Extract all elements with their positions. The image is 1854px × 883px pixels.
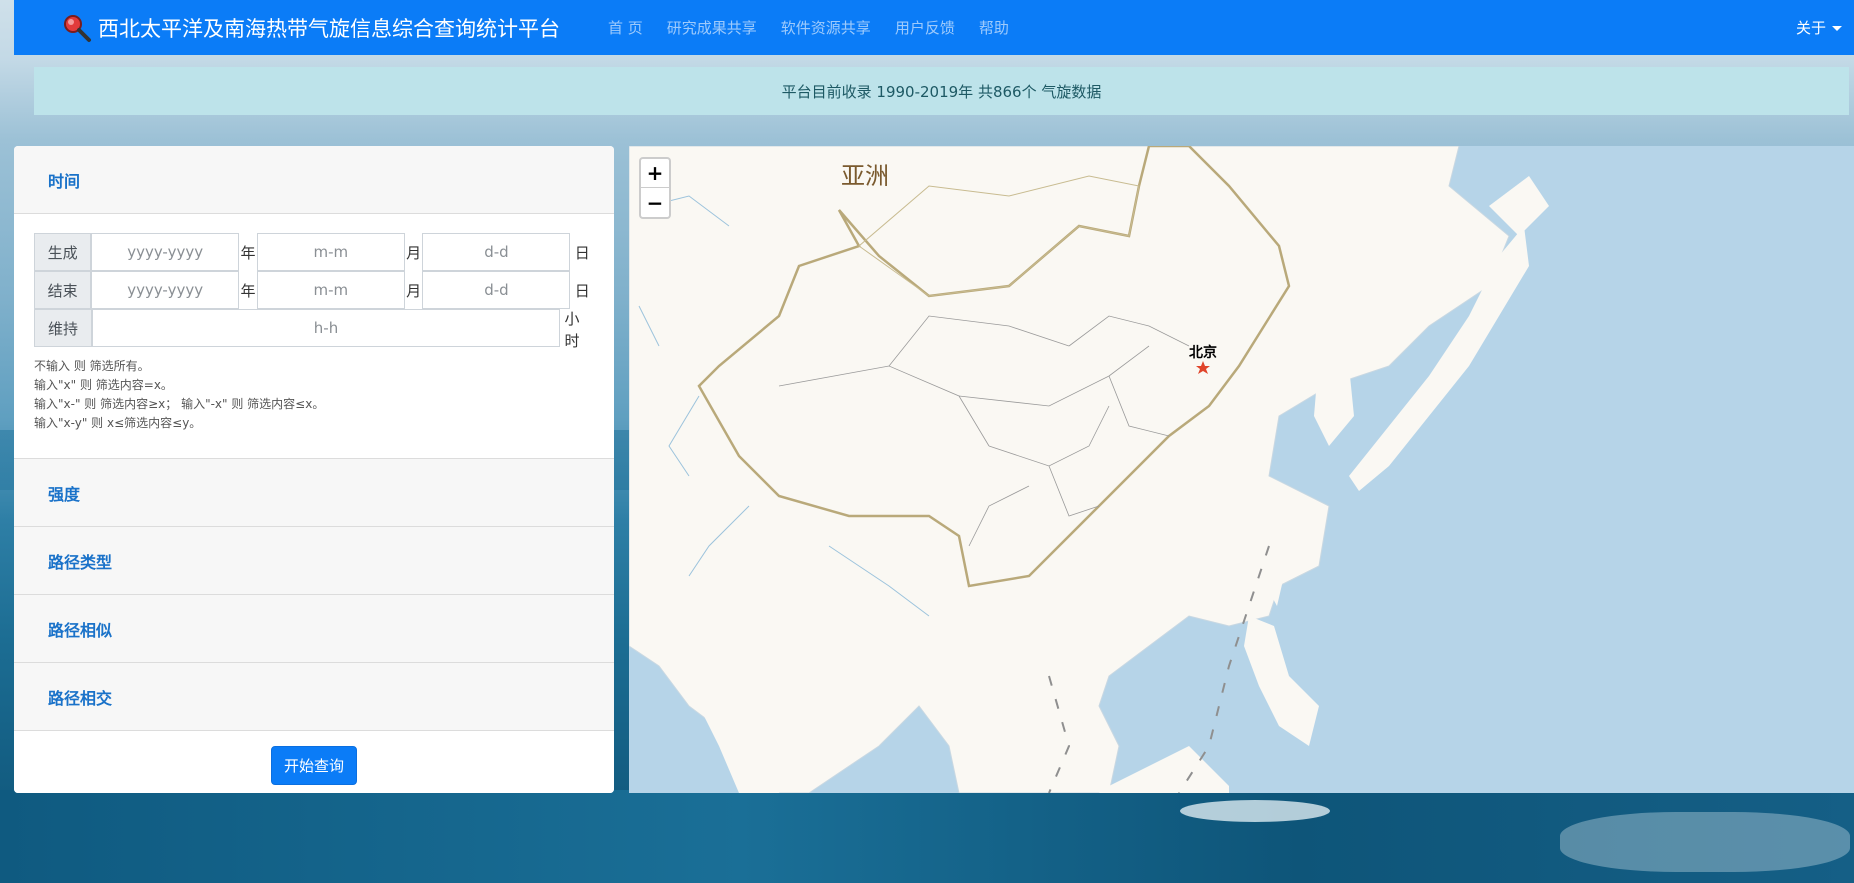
section-header-track-type[interactable]: 路径类型 — [14, 527, 614, 595]
duration-row: 维持 h-h 小 时 — [34, 309, 594, 350]
magnifier-logo-icon — [64, 14, 91, 42]
unit-hour-2: 时 — [564, 332, 580, 350]
background-wave-foam — [1180, 800, 1330, 822]
start-month-input[interactable]: m-m — [256, 233, 405, 271]
filter-panel: 时间 生成 yyyy-yyyy 年 m-m 月 d-d 日 结束 yyyy-yy… — [14, 146, 614, 793]
start-row: 生成 yyyy-yyyy 年 m-m 月 d-d 日 — [34, 233, 594, 271]
map-view[interactable]: 亚洲 北京 + − — [629, 146, 1854, 793]
zoom-out-button[interactable]: − — [641, 188, 669, 217]
end-label: 结束 — [34, 271, 92, 309]
end-day-input[interactable]: d-d — [422, 271, 571, 309]
zoom-control: + − — [639, 157, 671, 219]
time-section-body: 生成 yyyy-yyyy 年 m-m 月 d-d 日 结束 yyyy-yyyy … — [14, 214, 614, 459]
land-borneo — [1099, 746, 1229, 793]
section-header-time[interactable]: 时间 — [14, 146, 614, 214]
section-header-track-similar[interactable]: 路径相似 — [14, 595, 614, 663]
start-query-button[interactable]: 开始查询 — [270, 745, 357, 785]
unit-hour-1: 小 — [564, 310, 580, 328]
top-navbar: 西北太平洋及南海热带气旋信息综合查询统计平台 首 页 研究成果共享 软件资源共享… — [14, 0, 1854, 55]
unit-day: 日 — [574, 243, 590, 262]
hint-line: 输入"x-" 则 筛选内容≥x； 输入"-x" 则 筛选内容≤x。 — [34, 397, 325, 411]
basemap — [629, 146, 1549, 793]
unit-year: 年 — [240, 281, 256, 300]
nav-feedback[interactable]: 用户反馈 — [895, 17, 955, 38]
filter-hints: 不输入 则 筛选所有。 输入"x" 则 筛选内容=x。 输入"x-" 则 筛选内… — [34, 357, 594, 433]
start-year-input[interactable]: yyyy-yyyy — [91, 233, 240, 271]
site-title: 西北太平洋及南海热带气旋信息综合查询统计平台 — [98, 16, 560, 41]
nav-home[interactable]: 首 页 — [608, 17, 643, 38]
end-row: 结束 yyyy-yyyy 年 m-m 月 d-d 日 — [34, 271, 594, 309]
duration-label: 维持 — [34, 309, 92, 347]
land-korea — [1314, 356, 1354, 446]
unit-month: 月 — [406, 243, 422, 262]
unit-year: 年 — [240, 243, 256, 262]
banner-text: 平台目前收录 1990-2019年 共866个 气旋数据 — [781, 82, 1102, 101]
caret-down-icon — [1832, 26, 1842, 31]
duration-input[interactable]: h-h — [92, 309, 560, 347]
end-year-input[interactable]: yyyy-yyyy — [91, 271, 240, 309]
info-banner: 平台目前收录 1990-2019年 共866个 气旋数据 — [34, 67, 1849, 115]
start-label: 生成 — [34, 233, 92, 271]
background-wave-foam — [1560, 812, 1850, 872]
land-philippines — [1244, 616, 1319, 746]
start-day-input[interactable]: d-d — [422, 233, 571, 271]
end-month-input[interactable]: m-m — [256, 271, 405, 309]
land-hainan — [1059, 631, 1081, 649]
unit-day: 日 — [574, 281, 590, 300]
section-header-intensity[interactable]: 强度 — [14, 459, 614, 527]
unit-month: 月 — [406, 281, 422, 300]
submit-area: 开始查询 — [14, 731, 614, 793]
nav-links: 首 页 研究成果共享 软件资源共享 用户反馈 帮助 — [608, 17, 1033, 38]
hint-line: 输入"x" 则 筛选内容=x。 — [34, 378, 173, 392]
map-label-beijing: 北京 — [1189, 345, 1217, 361]
about-label: 关于 — [1795, 19, 1826, 37]
nav-research[interactable]: 研究成果共享 — [667, 17, 757, 38]
nav-software[interactable]: 软件资源共享 — [781, 17, 871, 38]
map-label-asia: 亚洲 — [841, 162, 889, 190]
hint-line: 输入"x-y" 则 x≤筛选内容≤y。 — [34, 416, 202, 430]
about-dropdown[interactable]: 关于 — [1796, 17, 1842, 38]
zoom-in-button[interactable]: + — [641, 159, 669, 188]
section-header-track-intersect[interactable]: 路径相交 — [14, 663, 614, 731]
unit-hour: 小 时 — [560, 304, 584, 352]
nav-help[interactable]: 帮助 — [979, 17, 1009, 38]
hint-line: 不输入 则 筛选所有。 — [34, 359, 150, 373]
brand[interactable]: 西北太平洋及南海热带气旋信息综合查询统计平台 — [62, 13, 560, 43]
